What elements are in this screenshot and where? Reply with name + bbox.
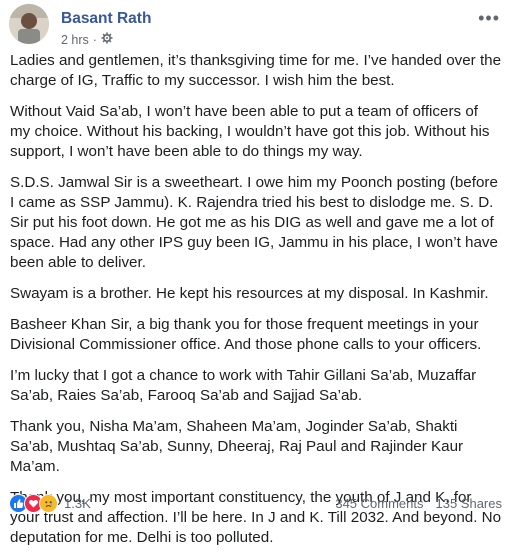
post-paragraph: Basheer Khan Sir, a big thank you for th…: [10, 316, 482, 353]
author-name[interactable]: Basant Rath: [61, 10, 151, 28]
post-header: Basant Rath 2 hrs · •••: [9, 4, 500, 50]
comments-count[interactable]: 345 Comments: [335, 496, 423, 511]
post-paragraph: Swayam is a brother. He kept his resourc…: [10, 285, 489, 302]
post-paragraph: Ladies and gentlemen, it’s thanksgiving …: [10, 52, 502, 89]
sad-icon: [39, 493, 58, 513]
post-timestamp[interactable]: 2 hrs: [61, 33, 89, 47]
gear-icon[interactable]: [101, 32, 113, 47]
post-meta: 2 hrs ·: [61, 32, 113, 47]
post-paragraph: I’m lucky that I got a chance to work wi…: [10, 367, 477, 404]
meta-separator: ·: [92, 32, 97, 47]
facebook-post: Basant Rath 2 hrs · ••• Ladies and gentl…: [0, 0, 512, 546]
reactions-summary[interactable]: [9, 493, 58, 513]
shares-count[interactable]: 135 Shares: [436, 496, 503, 511]
post-paragraph: Thank you, Nisha Ma’am, Shaheen Ma’am, J…: [10, 418, 464, 475]
more-options-icon[interactable]: •••: [478, 8, 500, 29]
post-body: Ladies and gentlemen, it’s thanksgiving …: [10, 51, 502, 559]
post-paragraph: Without Vaid Sa’ab, I won’t have been ab…: [10, 103, 490, 160]
post-stats: 345 Comments 135 Shares: [335, 496, 502, 511]
reaction-count[interactable]: 1.3K: [64, 496, 91, 511]
avatar[interactable]: [9, 4, 49, 44]
post-paragraph: S.D.S. Jamwal Sir is a sweetheart. I owe…: [10, 174, 498, 271]
post-footer: 1.3K 345 Comments 135 Shares: [9, 492, 502, 514]
